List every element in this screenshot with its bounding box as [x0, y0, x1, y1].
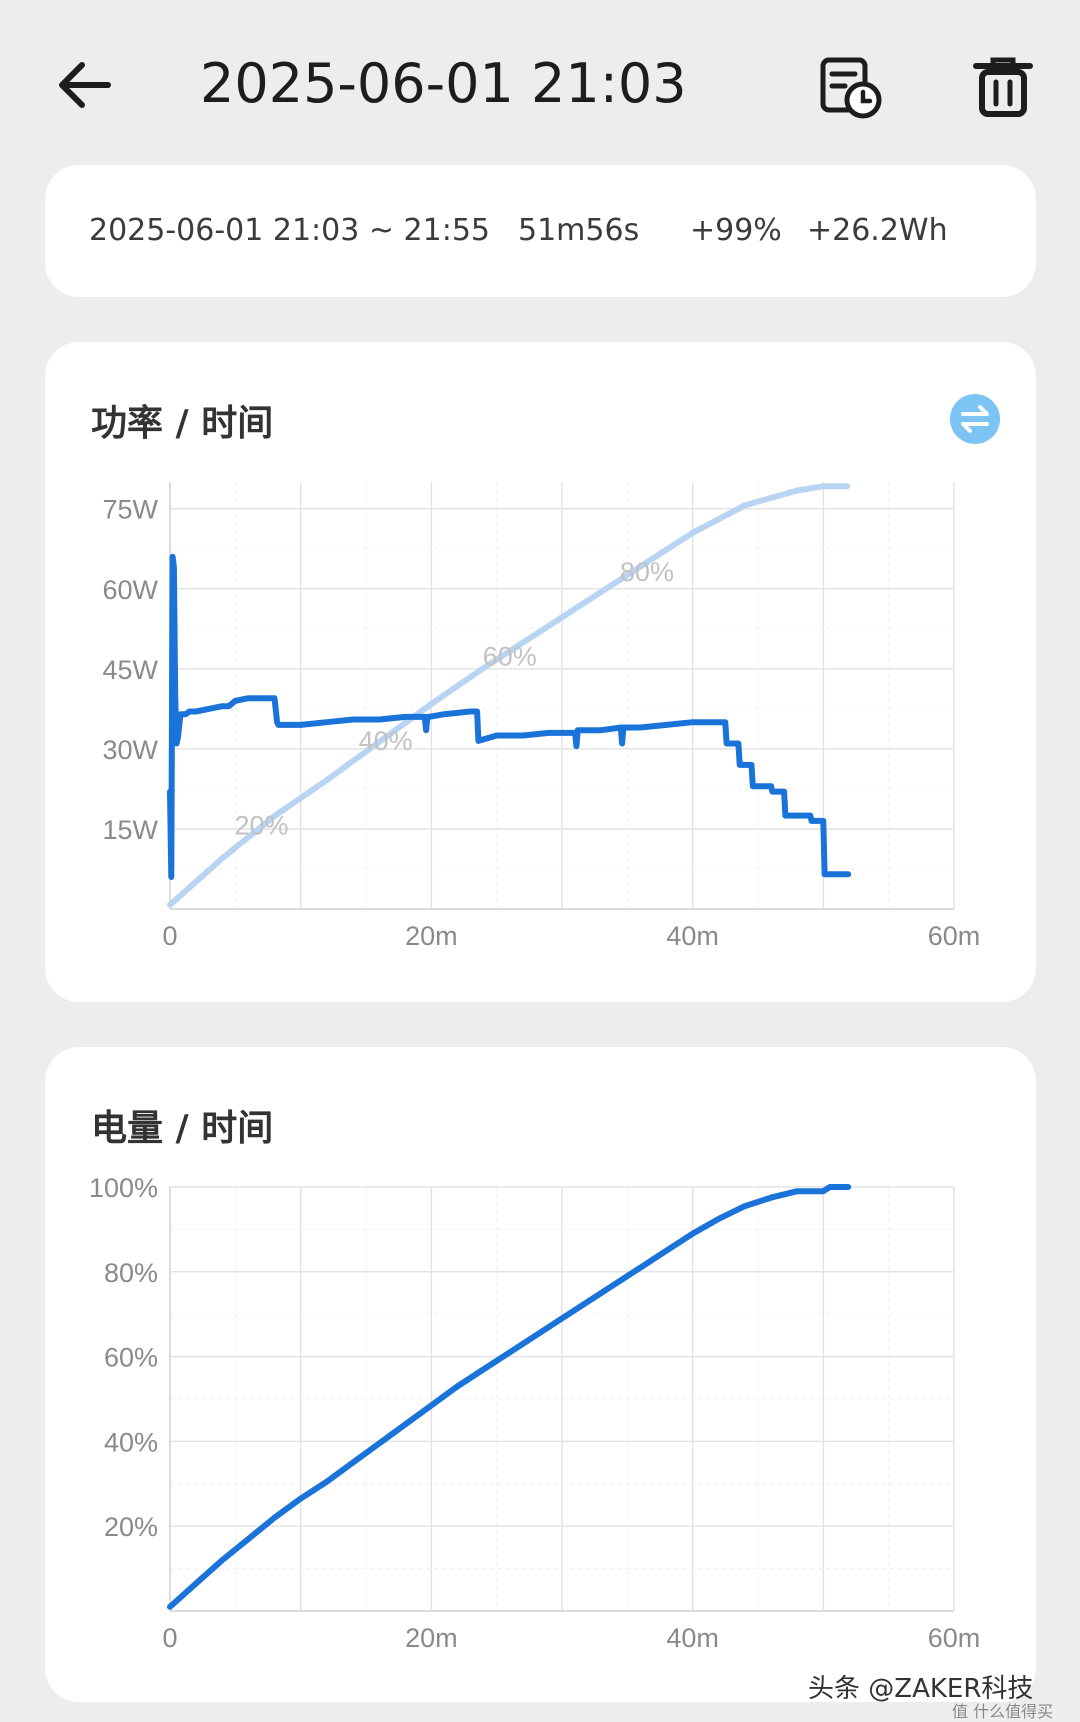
battery-y-tick-label: 60%	[104, 1343, 158, 1373]
battery-time-card: 电量 / 时间 0 20m 40m 60m 20% 40% 60% 80% 100%	[45, 1047, 1036, 1702]
session-time-range: 2025-06-01 21:03 ~ 21:55	[89, 213, 491, 248]
session-duration: 51m56s	[518, 213, 640, 248]
power-time-card: 功率 / 时间 0 20m 40m 60m 15W 30W 45W 60W 75W 20% 40% 6…	[45, 342, 1036, 1002]
overlay-percent-label: 40%	[359, 726, 413, 756]
battery-x-tick-label: 40m	[666, 1623, 719, 1653]
power-y-tick-label: 15W	[102, 815, 158, 845]
power-y-tick-label: 60W	[102, 575, 158, 605]
session-percent-gain: +99%	[690, 213, 782, 248]
power-line-chart: 0 20m 40m 60m 15W 30W 45W 60W 75W 20% 40% 60% 80%	[102, 482, 981, 951]
battery-y-tick-label: 20%	[104, 1512, 158, 1542]
history-calendar-icon[interactable]	[815, 52, 885, 122]
power-x-tick-label: 0	[162, 921, 177, 951]
battery-y-tick-label: 80%	[104, 1258, 158, 1288]
trash-icon[interactable]	[968, 52, 1038, 122]
battery-series-line	[167, 1184, 852, 1610]
power-x-tick-label: 40m	[666, 921, 719, 951]
battery-x-tick-label: 0	[162, 1623, 177, 1653]
page-title: 2025-06-01 21:03	[200, 52, 687, 115]
battery-y-tick-label: 40%	[104, 1427, 158, 1457]
session-energy-gain: +26.2Wh	[807, 213, 948, 248]
watermark-sub: 值 什么值得买	[952, 1702, 1054, 1721]
top-app-bar: 2025-06-01 21:03	[0, 0, 1080, 165]
power-y-tick-label: 30W	[102, 735, 158, 765]
battery-line-chart: 0 20m 40m 60m 20% 40% 60% 80% 100%	[89, 1173, 981, 1653]
summary-card: 2025-06-01 21:03 ~ 21:55 51m56s +99% +26…	[45, 165, 1036, 297]
power-x-tick-label: 20m	[405, 921, 458, 951]
back-arrow-icon[interactable]	[48, 50, 118, 120]
battery-x-tick-label: 20m	[405, 1623, 458, 1653]
power-x-tick-label: 60m	[928, 921, 981, 951]
overlay-percent-label: 60%	[483, 641, 537, 671]
battery-y-tick-label: 100%	[89, 1173, 158, 1203]
overlay-percent-label: 80%	[620, 557, 674, 587]
power-y-tick-label: 45W	[102, 655, 158, 685]
battery-x-tick-label: 60m	[928, 1623, 981, 1653]
overlay-percent-label: 20%	[234, 810, 288, 840]
power-y-tick-label: 75W	[102, 495, 158, 525]
